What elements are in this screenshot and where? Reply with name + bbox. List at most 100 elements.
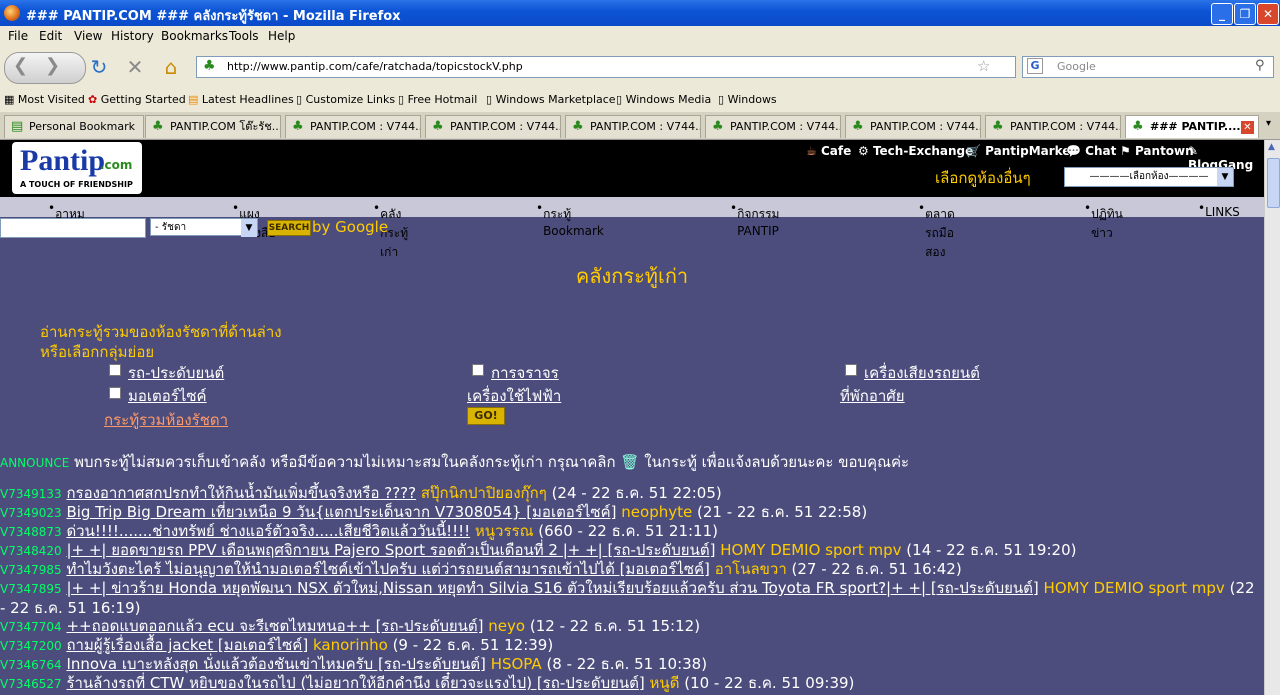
all-topics-link[interactable]: กระทู้รวมห้องรัชดา xyxy=(104,408,228,432)
pantip-icon: ♣ xyxy=(992,119,1004,134)
reload-icon[interactable]: ↻ xyxy=(86,54,112,80)
topic-link[interactable]: ถามผู้รู้เรื่องเสื้อ jacket [มอเตอร์ไซค์… xyxy=(66,636,308,654)
google-engine-icon[interactable]: G xyxy=(1027,58,1043,74)
back-icon[interactable]: ❮ xyxy=(13,55,28,76)
category-link[interactable]: ที่พักอาศัย xyxy=(840,384,905,408)
subnav-item[interactable]: • ตลาดรถมือสอง xyxy=(918,201,955,259)
topic-link[interactable]: ทำไมวังตะไคร้ ไม่อนุญาตให้นำมอเตอร์ไซค์เ… xyxy=(66,560,709,578)
tab[interactable]: ▤ Personal Bookmark xyxy=(4,115,144,138)
search-placeholder: Google xyxy=(1057,60,1096,73)
bookmark-customize-links[interactable]: ▯ Customize Links xyxy=(296,93,395,106)
search-box[interactable]: G Google ⚲ xyxy=(1022,56,1274,78)
pantip-logo[interactable]: Pantip .com A TOUCH OF FRIENDSHIP xyxy=(12,142,142,194)
tab[interactable]: ♣ PANTIP.COM : V744... xyxy=(565,115,701,138)
topic-link[interactable]: กรองอากาศสกปรกทำให้กินน้ำมันเพิ่มขึ้นจริ… xyxy=(66,484,416,502)
tab-label: Personal Bookmark xyxy=(29,120,135,133)
bookmark-windows-marketplace[interactable]: ▯ Windows Marketplace xyxy=(486,93,616,106)
tech-icon: ⚙ xyxy=(858,144,869,158)
menu-help[interactable]: Help xyxy=(268,29,295,43)
topic-link[interactable]: ด่วน!!!!.......ช่างทรัพย์ ช่างแอร์ตัวจริ… xyxy=(66,522,470,540)
vertical-scrollbar[interactable]: ▲ xyxy=(1264,140,1280,695)
tab[interactable]: ♣ PANTIP.COM : V744... xyxy=(425,115,561,138)
menu-tools[interactable]: Tools xyxy=(229,29,259,43)
category-link[interactable]: เครื่องใช้ไฟฟ้า xyxy=(467,384,561,408)
menu-file[interactable]: File xyxy=(8,29,28,43)
home-icon[interactable]: ⌂ xyxy=(158,54,184,80)
tab[interactable]: ♣ PANTIP.COM : V744... xyxy=(845,115,981,138)
subnav-item[interactable]: • กระทู้ Bookmark xyxy=(536,201,604,238)
category-link[interactable]: มอเตอร์ไซค์ xyxy=(128,384,207,408)
bookmark-free-hotmail[interactable]: ▯ Free Hotmail xyxy=(398,93,477,106)
topic-author: HSOPA xyxy=(490,655,542,673)
nav-chat[interactable]: 💬 Chat xyxy=(1066,144,1116,158)
search-button[interactable]: SEARCH xyxy=(267,220,311,236)
stop-icon[interactable]: ✕ xyxy=(122,54,148,80)
subnav-item[interactable]: • คลังกระทู้เก่า xyxy=(373,201,408,259)
subnav-item[interactable]: • แผงหนังสือ xyxy=(232,201,276,240)
tab-label: PANTIP.COM : V744... xyxy=(730,120,841,133)
search-scope-select[interactable]: - รัชดา ▼ xyxy=(150,218,258,237)
maximize-button[interactable]: ❐ xyxy=(1234,3,1256,25)
scrollbar-thumb[interactable] xyxy=(1267,158,1280,208)
menu-bookmarks[interactable]: Bookmarks xyxy=(161,29,228,43)
google-search-input[interactable] xyxy=(0,218,146,238)
topic-row: V7346764 Innova เบาะหลังสุด นั่งแล้วต้อง… xyxy=(0,655,707,675)
tab-list-icon[interactable]: ▾ xyxy=(1266,118,1271,129)
go-button[interactable]: GO! xyxy=(467,407,505,425)
tab[interactable]: ♣ PANTIP.COM : V744... xyxy=(985,115,1121,138)
scroll-up-icon[interactable]: ▲ xyxy=(1268,142,1275,152)
menu-edit[interactable]: Edit xyxy=(39,29,62,43)
topic-id: V7347895 xyxy=(0,582,62,596)
category-checkbox[interactable] xyxy=(109,387,121,399)
nav-tech-exchange[interactable]: ⚙ Tech-Exchange xyxy=(858,144,973,158)
url-bar[interactable]: ♣ http://www.pantip.com/cafe/ratchada/to… xyxy=(196,56,1016,78)
tab[interactable]: ♣ PANTIP.COM : V744... xyxy=(705,115,841,138)
subnav-item[interactable]: • อาหมูออนดีมานด์ xyxy=(48,201,116,240)
category-checkbox[interactable] xyxy=(472,364,484,376)
bookmark-most-visited[interactable]: ▦ Most Visited xyxy=(4,93,85,106)
subnav-item[interactable]: • LINKS xyxy=(1198,201,1240,219)
category-checkbox[interactable] xyxy=(845,364,857,376)
topic-link[interactable]: ++ถอดแบตออกแล้ว ecu จะรีเซตไหมหนอ++ [รถ-… xyxy=(66,617,483,635)
room-select[interactable]: ————เลือกห้อง———— ▼ xyxy=(1064,167,1234,187)
bookmark-getting-started[interactable]: ✿ Getting Started xyxy=(88,93,186,106)
announce-label: ANNOUNCE xyxy=(0,456,70,470)
tab[interactable]: ♣ PANTIP.COM โต๊ะรัช... xyxy=(145,115,281,138)
bookmark-label: Windows Media xyxy=(625,93,712,106)
close-tab-icon[interactable]: ✕ xyxy=(1241,121,1254,134)
nav-cafe[interactable]: ☕ Cafe xyxy=(806,144,851,158)
menu-history[interactable]: History xyxy=(111,29,154,43)
subnav-item[interactable]: • ปฏิทินข่าว xyxy=(1084,201,1123,240)
nav-pantown[interactable]: ⚑ Pantown xyxy=(1120,144,1194,158)
firefox-icon xyxy=(4,5,20,21)
forward-icon[interactable]: ❯ xyxy=(45,55,60,76)
topic-link[interactable]: Innova เบาะหลังสุด นั่งแล้วต้องชันเข่าไห… xyxy=(66,655,485,673)
search-icon[interactable]: ⚲ xyxy=(1255,58,1265,73)
category-link[interactable]: รถ-ประดับยนต์ xyxy=(128,361,224,385)
topic-link[interactable]: Big Trip Big Dream เที่ยวเหนือ 9 วัน{แตก… xyxy=(66,503,616,521)
star-icon[interactable]: ☆ xyxy=(977,57,990,75)
category-checkbox[interactable] xyxy=(109,364,121,376)
nav-pantipmarket[interactable]: 🛒 PantipMarket xyxy=(966,144,1076,158)
bookmark-windows[interactable]: ▯ Windows xyxy=(718,93,777,106)
pantip-icon: ♣ xyxy=(432,119,444,134)
close-button[interactable]: ✕ xyxy=(1257,3,1279,25)
tab[interactable]: ♣ PANTIP.COM : V744... xyxy=(285,115,421,138)
topic-row: V7346527 ร้านล้างรถที่ CTW หยิบของในรถไป… xyxy=(0,674,854,694)
category-link[interactable]: เครื่องเสียงรถยนต์ xyxy=(864,361,980,385)
topic-link[interactable]: |+ +| ข่าวร้าย Honda หยุดพัฒนา NSX ตัวให… xyxy=(66,579,1038,597)
topic-meta: (660 - 22 ธ.ค. 51 21:11) xyxy=(538,522,718,540)
pantip-icon: ♣ xyxy=(292,119,304,134)
menu-view[interactable]: View xyxy=(74,29,102,43)
topic-row: V7349023 Big Trip Big Dream เที่ยวเหนือ … xyxy=(0,503,867,523)
bookmark-windows-media[interactable]: ▯ Windows Media xyxy=(616,93,711,106)
topic-link[interactable]: |+ +| ยอดขายรถ PPV เดือนพฤศจิกายน Pajero… xyxy=(66,541,715,559)
bookmarks-toolbar: ▦ Most Visited ✿ Getting Started ▤ Lates… xyxy=(0,88,1280,113)
subnav-label: กระทู้ Bookmark xyxy=(543,207,604,238)
bookmark-latest-headlines[interactable]: ▤ Latest Headlines xyxy=(188,93,294,106)
topic-link[interactable]: ร้านล้างรถที่ CTW หยิบของในรถไป (ไม่อยาก… xyxy=(66,674,644,692)
minimize-button[interactable]: _ xyxy=(1211,3,1233,25)
subnav-item[interactable]: • กิจกรรม PANTIP xyxy=(730,201,779,238)
tab-active[interactable]: ♣ ### PANTIP.... ✕ xyxy=(1125,115,1259,138)
category-link[interactable]: การจราจร xyxy=(491,361,559,385)
